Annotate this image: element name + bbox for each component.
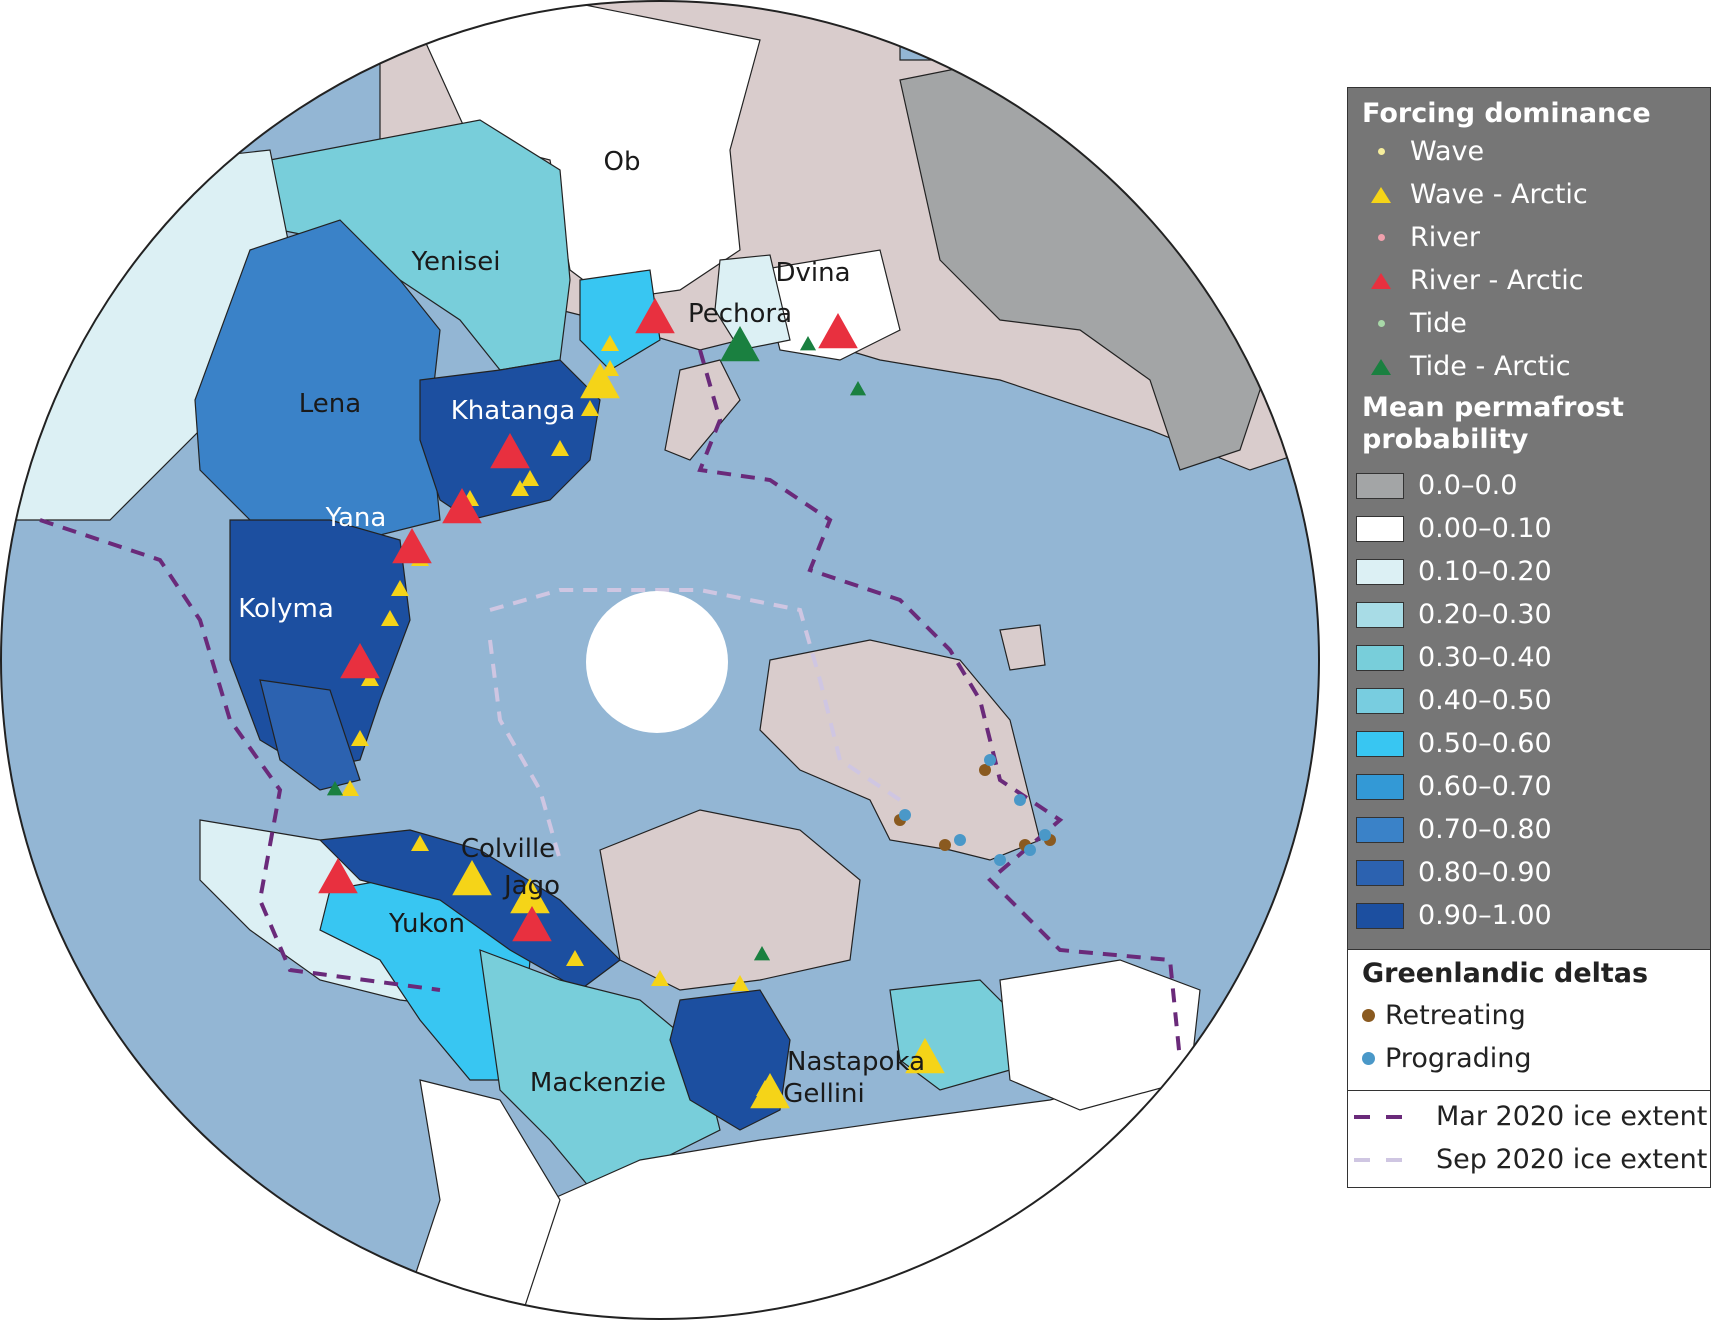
legend-ice-item: Sep 2020 ice extent bbox=[1354, 1138, 1710, 1181]
legend-permafrost-item: 0.20–0.30 bbox=[1356, 593, 1710, 636]
legend-permafrost-item: 0.40–0.50 bbox=[1356, 679, 1710, 722]
basin-label-khatanga: Khatanga bbox=[451, 396, 576, 426]
basin-label-ob: Ob bbox=[604, 147, 641, 177]
basin-label-pechora: Pechora bbox=[688, 299, 792, 329]
dot-icon bbox=[1377, 148, 1385, 155]
legend-label: Tide bbox=[1410, 308, 1467, 339]
color-swatch bbox=[1356, 558, 1404, 585]
legend-permafrost-item: 0.60–0.70 bbox=[1356, 765, 1710, 808]
legend-label: River - Arctic bbox=[1410, 265, 1584, 296]
basin-label-yenisei: Yenisei bbox=[411, 247, 501, 277]
legend-label: 0.40–0.50 bbox=[1418, 685, 1552, 716]
prograding-delta-marker bbox=[1024, 844, 1036, 856]
legend-forcing-item: Wave bbox=[1362, 130, 1710, 173]
color-swatch bbox=[1356, 687, 1404, 714]
legend-label: Tide - Arctic bbox=[1410, 351, 1571, 382]
color-swatch bbox=[1356, 859, 1404, 886]
prograding-delta-marker bbox=[954, 834, 966, 846]
legend-label: 0.50–0.60 bbox=[1418, 728, 1552, 759]
legend-label: 0.90–1.00 bbox=[1418, 900, 1552, 931]
color-swatch bbox=[1356, 601, 1404, 628]
legend-permafrost-item: 0.10–0.20 bbox=[1356, 550, 1710, 593]
prograding-delta-marker bbox=[984, 754, 996, 766]
legend-label: 0.10–0.20 bbox=[1418, 556, 1552, 587]
dot-icon bbox=[1362, 1009, 1375, 1022]
dot-icon bbox=[1377, 234, 1385, 241]
legend-label: Prograding bbox=[1385, 1043, 1532, 1074]
permafrost-title-2: probability bbox=[1362, 424, 1529, 455]
legend-label: River bbox=[1410, 222, 1480, 253]
legend-permafrost-item: 0.90–1.00 bbox=[1356, 894, 1710, 937]
retreating-delta-marker bbox=[939, 839, 951, 851]
forcing-title: Forcing dominance bbox=[1362, 98, 1651, 129]
basin-label-kolyma: Kolyma bbox=[238, 594, 334, 624]
basin-label-dvina: Dvina bbox=[775, 258, 850, 288]
legend-permafrost-item: 0.30–0.40 bbox=[1356, 636, 1710, 679]
prograding-delta-marker bbox=[899, 809, 911, 821]
legend-label: 0.20–0.30 bbox=[1418, 599, 1552, 630]
legend-forcing-item: Wave - Arctic bbox=[1362, 173, 1710, 216]
arctic-map: Ob Yenisei Dvina Pechora Lena Khatanga Yana Kol… bbox=[0, 0, 1320, 1320]
color-swatch bbox=[1356, 730, 1404, 757]
greenland-title: Greenlandic deltas bbox=[1362, 958, 1649, 989]
basin-label-yukon: Yukon bbox=[388, 909, 465, 939]
dashed-line-icon bbox=[1354, 1157, 1406, 1162]
legend-permafrost-item: 0.00–0.10 bbox=[1356, 507, 1710, 550]
prograding-delta-marker bbox=[994, 854, 1006, 866]
triangle-icon bbox=[1371, 272, 1391, 289]
legend-label: Wave - Arctic bbox=[1410, 179, 1588, 210]
triangle-icon bbox=[1371, 186, 1391, 203]
legend-greenland-item: Retreating bbox=[1362, 994, 1710, 1037]
basin-label-colville: Colville bbox=[461, 834, 555, 864]
legend: Forcing dominance Wave Wave - Arctic River… bbox=[1347, 87, 1711, 1188]
legend-greenland-item: Prograding bbox=[1362, 1037, 1710, 1080]
prograding-delta-marker bbox=[1039, 829, 1051, 841]
legend-forcing-item: Tide - Arctic bbox=[1362, 345, 1710, 388]
legend-label: 0.00–0.10 bbox=[1418, 513, 1552, 544]
legend-label: Mar 2020 ice extent bbox=[1436, 1101, 1708, 1132]
basin-label-jago: Jago bbox=[502, 871, 560, 901]
legend-ice-item: Mar 2020 ice extent bbox=[1354, 1095, 1710, 1138]
permafrost-title-1: Mean permafrost bbox=[1362, 392, 1624, 423]
color-swatch bbox=[1356, 472, 1404, 499]
color-swatch bbox=[1356, 644, 1404, 671]
legend-label: Sep 2020 ice extent bbox=[1436, 1144, 1708, 1175]
legend-permafrost-item: 0.0–0.0 bbox=[1356, 464, 1710, 507]
legend-label: 0.80–0.90 bbox=[1418, 857, 1552, 888]
legend-forcing-item: River - Arctic bbox=[1362, 259, 1710, 302]
color-swatch bbox=[1356, 773, 1404, 800]
legend-permafrost-item: 0.50–0.60 bbox=[1356, 722, 1710, 765]
legend-label: Wave bbox=[1410, 136, 1485, 167]
pole-hole bbox=[586, 591, 728, 733]
legend-label: 0.60–0.70 bbox=[1418, 771, 1552, 802]
triangle-icon bbox=[1371, 358, 1391, 375]
basin-label-gellini: Gellini bbox=[783, 1079, 865, 1109]
land-labrador bbox=[999, 959, 1201, 1111]
dot-icon bbox=[1362, 1052, 1375, 1065]
color-swatch bbox=[1356, 902, 1404, 929]
prograding-delta-marker bbox=[1014, 794, 1026, 806]
basin-label-mackenzie: Mackenzie bbox=[530, 1068, 666, 1098]
basin-label-lena: Lena bbox=[299, 389, 361, 419]
color-swatch bbox=[1356, 816, 1404, 843]
legend-forcing-item: River bbox=[1362, 216, 1710, 259]
dashed-line-icon bbox=[1354, 1114, 1406, 1119]
legend-permafrost-item: 0.80–0.90 bbox=[1356, 851, 1710, 894]
color-swatch bbox=[1356, 515, 1404, 542]
legend-label: 0.0–0.0 bbox=[1418, 470, 1518, 501]
dot-icon bbox=[1377, 320, 1385, 327]
legend-label: 0.30–0.40 bbox=[1418, 642, 1552, 673]
basin-label-yana: Yana bbox=[325, 503, 387, 533]
legend-forcing-item: Tide bbox=[1362, 302, 1710, 345]
legend-label: 0.70–0.80 bbox=[1418, 814, 1552, 845]
legend-label: Retreating bbox=[1385, 1000, 1526, 1031]
basin-label-nastapoka: Nastapoka bbox=[787, 1047, 925, 1077]
legend-permafrost-item: 0.70–0.80 bbox=[1356, 808, 1710, 851]
